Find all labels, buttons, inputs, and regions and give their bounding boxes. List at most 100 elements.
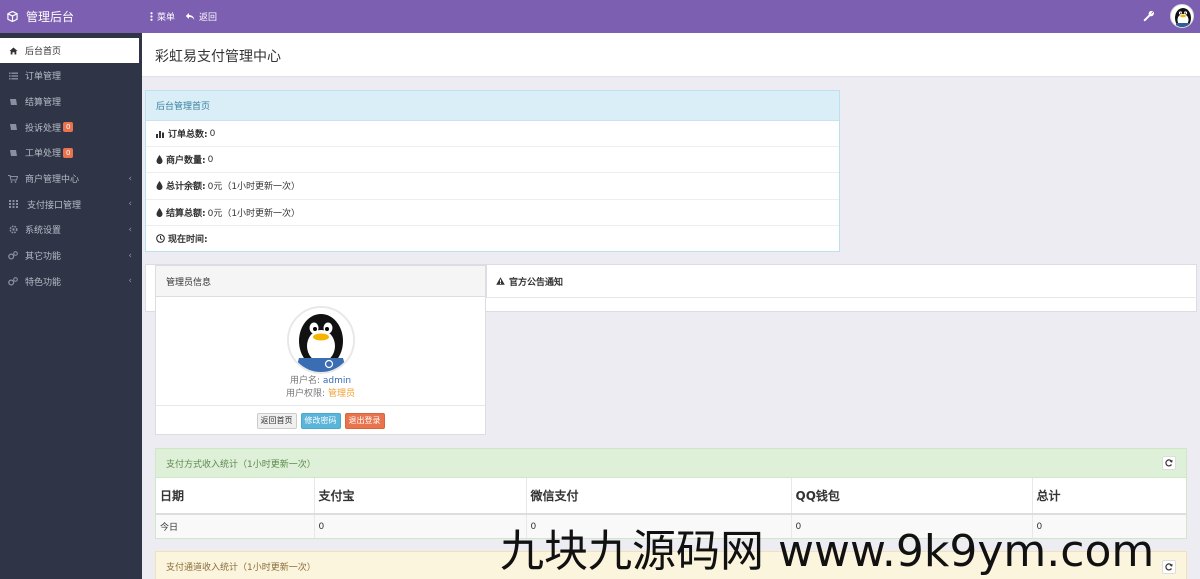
row-label: 总计余额:: [166, 182, 206, 193]
sidebar-item-settlement[interactable]: 结算管理: [0, 89, 142, 115]
refresh-icon: [1165, 459, 1173, 467]
admin-panel-header: 管理员信息: [156, 266, 485, 297]
column-header: 微信支付: [526, 478, 792, 515]
username-value: admin: [322, 376, 352, 386]
refresh-button[interactable]: [1162, 559, 1176, 574]
sidebar-item-orders[interactable]: 订单管理: [0, 63, 142, 89]
sidebar-item-tickets[interactable]: 工单处理 0: [0, 140, 142, 166]
sidebar-item-merchants[interactable]: 商户管理中心 ‹: [0, 166, 142, 192]
chevron-left-icon: ‹: [128, 224, 132, 235]
drop-icon: [156, 181, 163, 191]
stats-panel-header: 支付方式收入统计（1小时更新一次）: [156, 449, 1186, 478]
row-label: 商户数量:: [166, 156, 206, 167]
column-header: 支付宝: [314, 478, 527, 515]
refresh-button[interactable]: [1162, 456, 1176, 470]
notice-header: 官方公告通知: [486, 265, 1197, 298]
return-home-button[interactable]: 返回首页: [256, 413, 297, 429]
sidebar-item-label: 其它功能: [25, 252, 62, 263]
sidebar-item-complaints[interactable]: 投诉处理 0: [0, 114, 142, 140]
cube-icon: [7, 11, 18, 22]
page-header: 彩虹易支付管理中心: [142, 33, 1200, 77]
sidebar-item-label: 特色功能: [25, 277, 62, 288]
brand-title: 管理后台: [26, 10, 75, 24]
sidebar-item-label: 工单处理: [25, 149, 62, 160]
table-cell: 今日: [156, 514, 315, 538]
bar-chart-icon: [156, 130, 164, 138]
user-avatar[interactable]: [1170, 4, 1194, 28]
order-count-row: 订单总数: 0: [146, 121, 839, 148]
sidebar-item-home[interactable]: 后台首页: [0, 38, 139, 63]
refresh-icon: [1165, 562, 1173, 571]
current-time-row: 现在时间:: [146, 226, 839, 252]
book-icon: [8, 148, 18, 158]
merchant-count-row: 商户数量: 0: [146, 147, 839, 174]
sidebar-item-payment-interfaces[interactable]: 支付接口管理 ‹: [0, 191, 142, 217]
grid-icon: [8, 199, 18, 209]
top-navbar: 管理后台 菜单 返回: [0, 0, 1200, 33]
column-header: 日期: [156, 478, 315, 515]
sidebar-item-label: 支付接口管理: [27, 200, 82, 211]
admin-actions: 返回首页 修改密码 退出登录: [156, 405, 485, 429]
chevron-left-icon: ‹: [128, 276, 132, 287]
gears-icon: [8, 251, 18, 261]
wrench-icon[interactable]: [1143, 10, 1155, 22]
home-icon: [8, 46, 18, 56]
notice-title: 官方公告通知: [509, 277, 564, 288]
change-password-button[interactable]: 修改密码: [300, 413, 341, 429]
row-label: 订单总数:: [168, 130, 208, 141]
gears-icon: [8, 276, 18, 286]
stats-panel-title: 支付方式收入统计（1小时更新一次）: [166, 459, 316, 470]
row-value: 0: [209, 128, 216, 139]
sidebar-item-other-functions[interactable]: 其它功能 ‹: [0, 243, 142, 269]
chevron-left-icon: ‹: [128, 199, 132, 210]
settlement-total-row: 结算总额: 0元（1小时更新一次）: [146, 200, 839, 226]
sidebar-item-label: 投诉处理: [25, 123, 62, 134]
cart-icon: [8, 174, 18, 184]
admin-info-panel: 管理员信息 用户名: admin 用户权限: 管理员 返回首页 修改密码 退出登…: [155, 265, 486, 435]
summary-panel-header: 后台管理首页: [146, 91, 839, 121]
row-value: 0: [207, 154, 214, 165]
logout-button[interactable]: 退出登录: [344, 413, 385, 429]
role-value: 管理员: [327, 389, 355, 399]
total-balance-row: 总计余额: 0元（1小时更新一次）: [146, 173, 839, 200]
role-label: 用户权限:: [286, 389, 326, 399]
book-icon: [8, 122, 18, 132]
clock-icon: [156, 234, 165, 244]
sidebar-item-special-functions[interactable]: 特色功能 ‹: [0, 269, 142, 295]
book-icon: [8, 97, 18, 107]
page-title: 彩虹易支付管理中心: [155, 49, 281, 65]
stats-panel-title: 支付通道收入统计（1小时更新一次）: [166, 563, 316, 573]
chevron-left-icon: ‹: [128, 250, 132, 261]
row-value: 0元（1小时更新一次）: [207, 208, 301, 219]
row-value: 0元（1小时更新一次）: [207, 182, 301, 193]
back-button[interactable]: 返回: [185, 10, 217, 23]
column-header: 总计: [1032, 478, 1186, 515]
back-label: 返回: [199, 13, 218, 23]
brand[interactable]: 管理后台: [0, 0, 142, 33]
sidebar-item-system-settings[interactable]: 系统设置 ‹: [0, 217, 142, 243]
column-header: QQ钱包: [791, 478, 1033, 515]
menu-toggle-button[interactable]: 菜单: [150, 10, 175, 23]
drop-icon: [156, 207, 163, 217]
menu-label: 菜单: [157, 13, 176, 23]
list-icon: [8, 71, 18, 81]
table-cell: 0: [314, 514, 527, 538]
chevron-left-icon: ‹: [128, 173, 132, 184]
sidebar-item-label: 商户管理中心: [25, 175, 80, 186]
admin-avatar: [287, 306, 355, 374]
warning-icon: [496, 277, 505, 285]
gear-icon: [8, 225, 18, 235]
summary-panel: 后台管理首页 订单总数: 0 商户数量: 0 总计余额: 0元（1小时更新一次）…: [145, 90, 840, 252]
reply-icon: [185, 13, 195, 20]
sidebar-item-label: 系统设置: [25, 226, 62, 237]
count-badge: 0: [63, 147, 74, 158]
admin-details: 用户名: admin 用户权限: 管理员: [156, 375, 485, 401]
sidebar-item-label: 后台首页: [25, 47, 62, 57]
sidebar-item-label: 结算管理: [25, 98, 62, 109]
watermark-text: 九块九源码网 www.9k9ym.com: [500, 526, 1155, 577]
ellipsis-vertical-icon: [150, 12, 153, 21]
count-badge: 0: [63, 122, 74, 133]
sidebar: 后台首页 订单管理 结算管理 投诉处理 0 工单处理 0 商户管理中心 ‹ 支付…: [0, 33, 142, 579]
drop-icon: [156, 155, 163, 165]
row-label: 现在时间:: [168, 235, 208, 246]
